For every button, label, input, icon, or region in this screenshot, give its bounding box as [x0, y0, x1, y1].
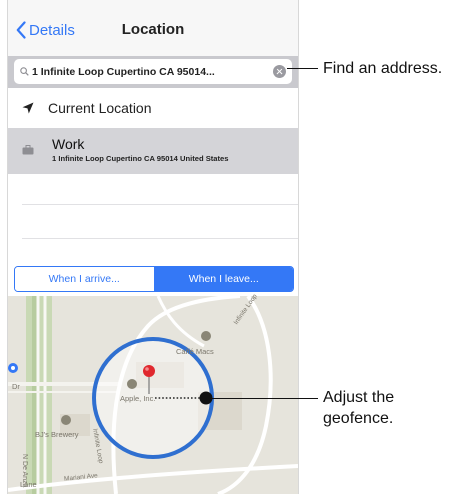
navigation-bar: Details Location	[8, 0, 298, 56]
callout-adjust-the: Adjust the	[323, 389, 395, 406]
map-label-lane: Lane	[20, 480, 37, 489]
location-arrow-icon	[22, 102, 34, 114]
map-label-dr: Dr	[12, 382, 20, 391]
callout-geofence: geofence.	[323, 410, 394, 427]
empty-row-divider	[22, 238, 298, 239]
map-label-apple-inc: Apple, Inc.	[120, 394, 156, 403]
callout-line-geofence	[212, 398, 318, 399]
search-field[interactable]	[14, 59, 292, 84]
phone-screen: Details Location Current Location Work 1…	[7, 0, 299, 494]
page-title: Location	[121, 21, 185, 38]
search-icon	[20, 67, 29, 76]
segment-when-leave[interactable]: When I leave...	[154, 267, 293, 291]
map-label-caffe-macs: Caffé Macs	[176, 347, 214, 356]
search-bar	[8, 56, 298, 88]
arrive-leave-segmented-control: When I arrive... When I leave...	[14, 266, 294, 292]
work-address: 1 Infinite Loop Cupertino CA 95014 Unite…	[52, 154, 229, 163]
current-location-row[interactable]: Current Location	[8, 88, 298, 128]
search-input[interactable]	[32, 65, 252, 78]
map-view[interactable]: Caffé Macs Apple, Inc. BJ's Brewery Infi…	[8, 293, 298, 494]
callout-find-address: Find an address.	[323, 60, 443, 77]
briefcase-icon	[22, 145, 34, 155]
clear-search-icon[interactable]	[273, 65, 286, 78]
work-title: Work	[52, 136, 85, 152]
current-location-label: Current Location	[48, 100, 152, 116]
callout-line-search	[287, 68, 318, 69]
segment-when-arrive[interactable]: When I arrive...	[15, 267, 155, 291]
map-label-bjs-brewery: BJ's Brewery	[35, 430, 79, 439]
work-location-row[interactable]: Work 1 Infinite Loop Cupertino CA 95014 …	[8, 128, 298, 174]
empty-row-divider	[22, 204, 298, 205]
trigger-selector: When I arrive... When I leave...	[8, 260, 298, 296]
